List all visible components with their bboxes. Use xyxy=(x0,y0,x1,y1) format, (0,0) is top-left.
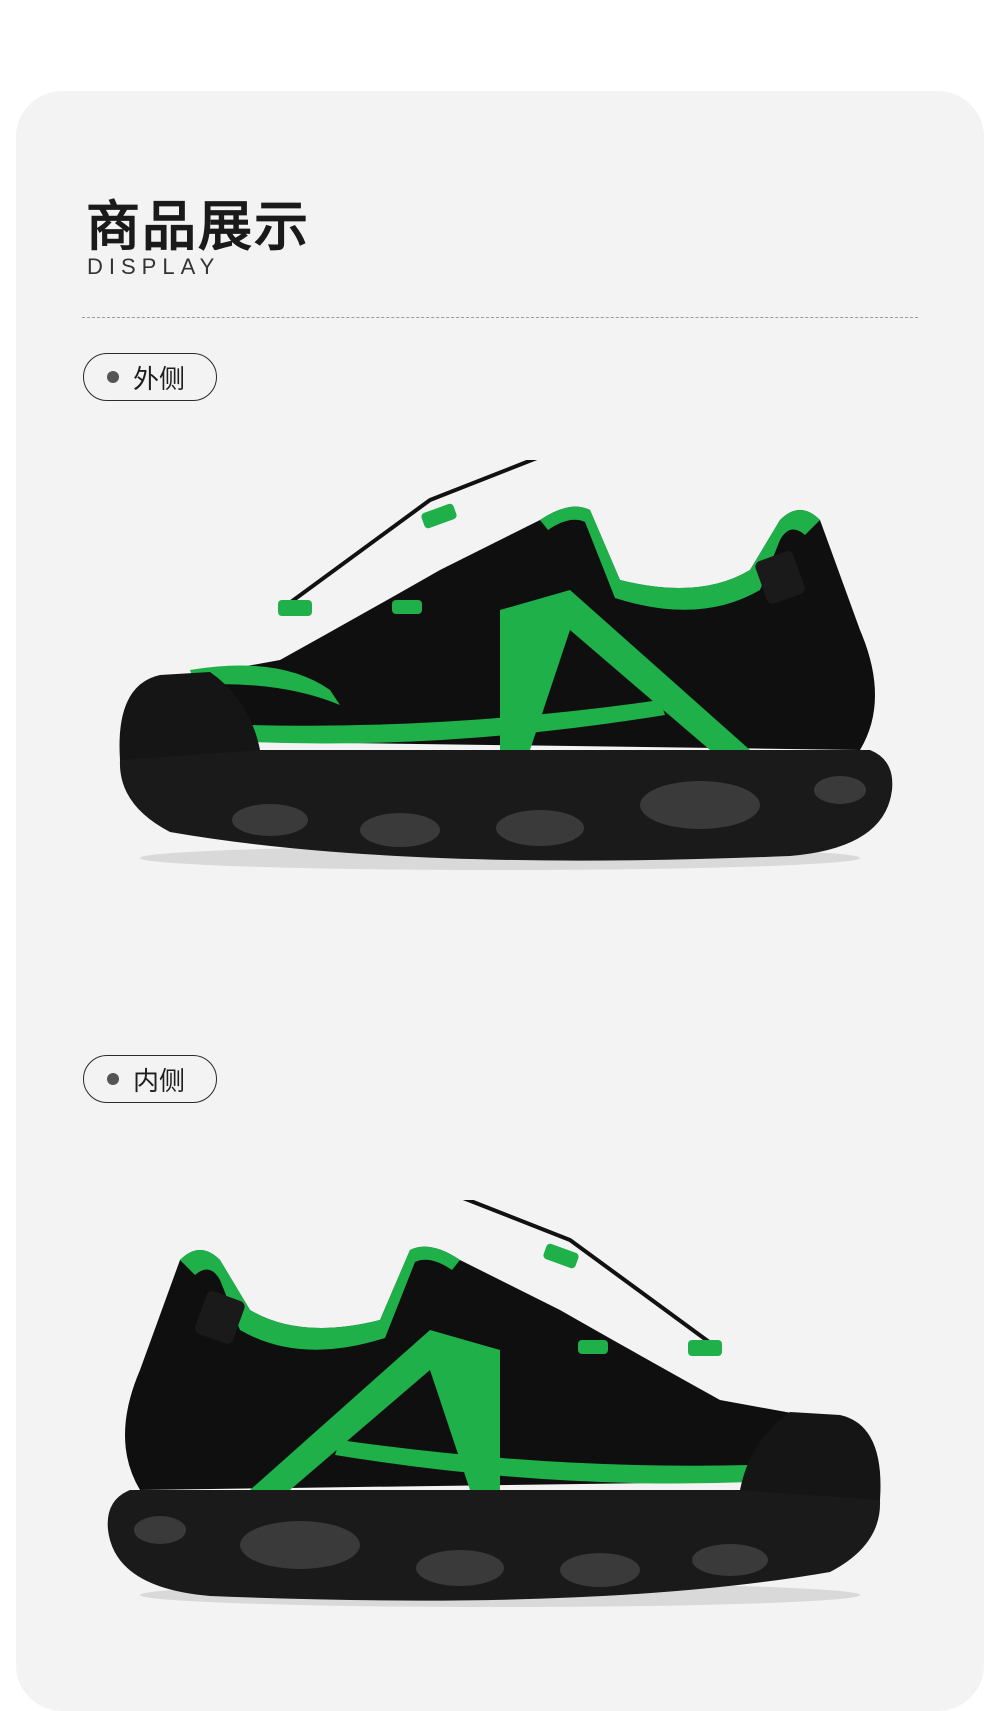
dashed-divider xyxy=(82,317,918,318)
view-tag-inner: 内侧 xyxy=(83,1055,217,1103)
view-tag-label: 内侧 xyxy=(133,1066,186,1097)
shoe-outer-image xyxy=(119,460,893,870)
section-subtitle: DISPLAY xyxy=(87,254,221,279)
shoe-inner-image xyxy=(107,1200,881,1607)
bullet-dot-icon xyxy=(107,1073,119,1085)
section-title: 商品展示 xyxy=(86,195,310,258)
view-tag-label: 外侧 xyxy=(133,364,186,395)
view-tag-outer: 外侧 xyxy=(83,353,217,401)
bullet-dot-icon xyxy=(107,371,119,383)
